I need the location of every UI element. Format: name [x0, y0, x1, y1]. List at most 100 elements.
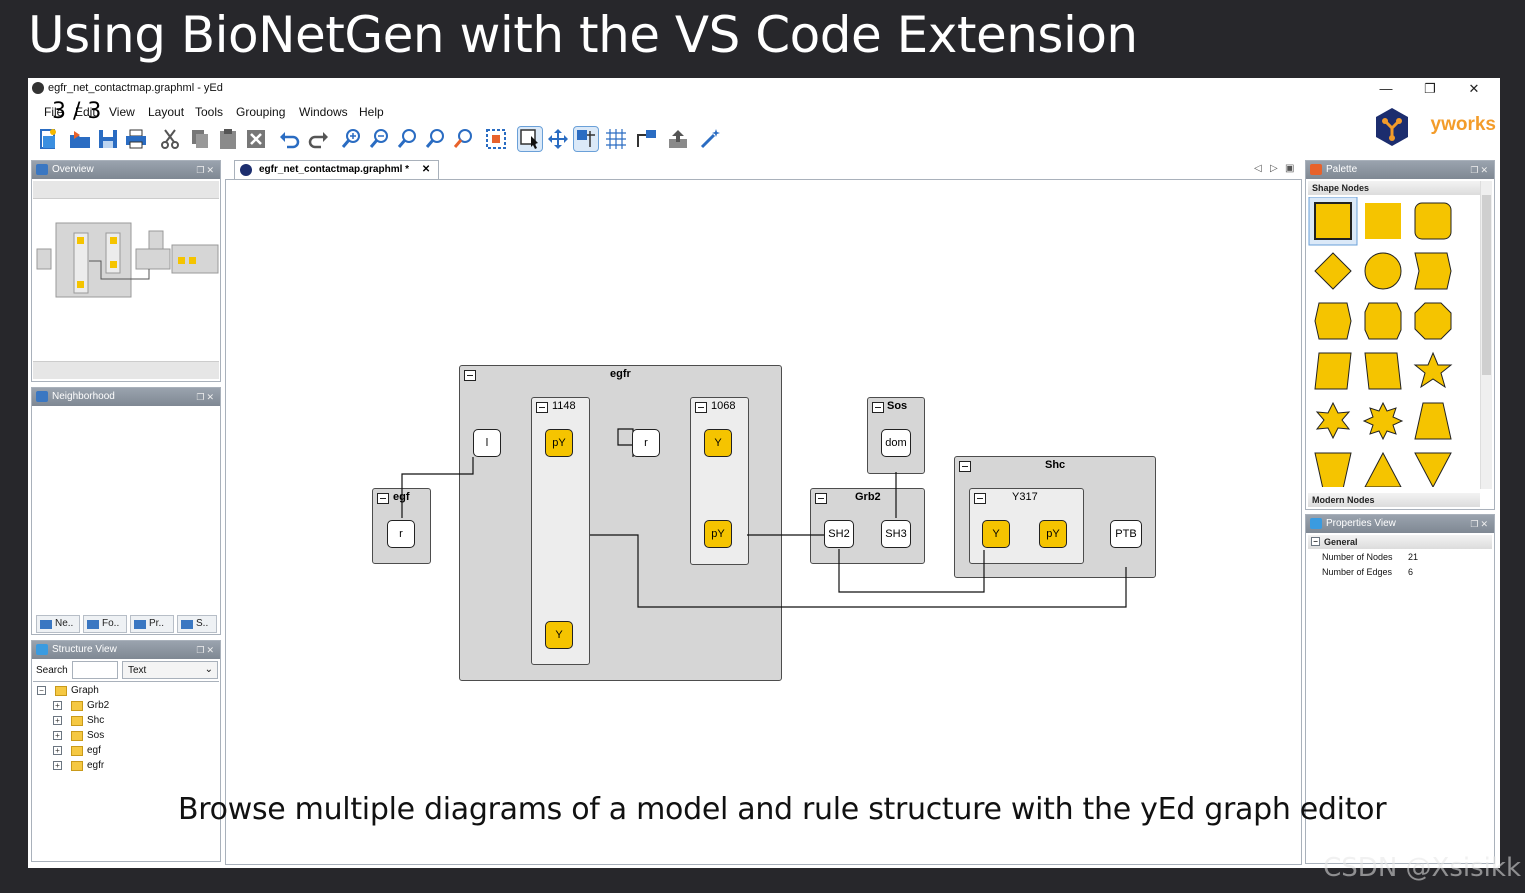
- pan-mode-icon[interactable]: [546, 127, 570, 151]
- properties-icon: [1310, 518, 1322, 529]
- structure-filter-select[interactable]: Text ⌄: [122, 661, 218, 679]
- tab-list-icon[interactable]: ▣: [1285, 163, 1294, 174]
- restore-button[interactable]: ❐: [1408, 80, 1452, 98]
- shape-ellipse[interactable]: [1364, 252, 1402, 290]
- shape-star8[interactable]: [1362, 401, 1404, 441]
- tab-scroll-left-icon[interactable]: ◁: [1254, 163, 1262, 174]
- save-icon[interactable]: [96, 127, 120, 151]
- copy-icon[interactable]: [188, 127, 212, 151]
- node-egfr-l[interactable]: l: [473, 429, 501, 457]
- export-icon[interactable]: [666, 127, 690, 151]
- graph-canvas[interactable]: egfr 1148 1068 egf Sos Grb2 Shc Y317 l p…: [225, 179, 1302, 865]
- shape-rectangle-flat[interactable]: [1365, 203, 1401, 239]
- node-shc-Y[interactable]: Y: [982, 520, 1010, 548]
- shape-parallelogram[interactable]: [1314, 352, 1352, 390]
- node-egfr-1068-Y[interactable]: Y: [704, 429, 732, 457]
- zoom-in-icon[interactable]: [340, 127, 364, 151]
- menu-help[interactable]: Help: [359, 105, 384, 119]
- print-icon[interactable]: [124, 127, 148, 151]
- overview-minimap[interactable]: [34, 221, 220, 321]
- tab-scroll-right-icon[interactable]: ▷: [1270, 163, 1278, 174]
- shape-star6[interactable]: [1315, 401, 1351, 440]
- edit-mode-icon[interactable]: [517, 126, 543, 152]
- tab-folding[interactable]: Fo..: [83, 615, 127, 633]
- grid-icon[interactable]: [604, 127, 628, 151]
- expand-icon[interactable]: +: [53, 731, 62, 740]
- property-value: 21: [1408, 552, 1419, 562]
- panel-controls-icon[interactable]: ❐✕: [1470, 515, 1490, 533]
- properties-section-general[interactable]: − General: [1308, 535, 1492, 549]
- paste-icon[interactable]: [216, 127, 240, 151]
- tab-neighborhood[interactable]: Ne..: [36, 615, 80, 633]
- scroll-thumb[interactable]: [1482, 195, 1491, 375]
- node-shc-pY[interactable]: pY: [1039, 520, 1067, 548]
- collapse-icon[interactable]: −: [1311, 537, 1320, 546]
- structure-search-input[interactable]: [72, 661, 118, 679]
- panel-controls-icon[interactable]: ❐✕: [196, 641, 216, 659]
- shape-trapezoid-2[interactable]: [1314, 452, 1352, 487]
- collapse-icon[interactable]: −: [37, 686, 46, 695]
- overview-panel: Overview ❐✕: [31, 160, 221, 382]
- shape-trapezoid[interactable]: [1414, 402, 1452, 440]
- node-egfr-r[interactable]: r: [632, 429, 660, 457]
- palette-section-modern-nodes[interactable]: Modern Nodes: [1308, 493, 1480, 507]
- menu-windows[interactable]: Windows: [299, 105, 348, 119]
- zoom-out-icon[interactable]: [368, 127, 392, 151]
- tab-successors[interactable]: S..: [177, 615, 217, 633]
- minimize-button[interactable]: —: [1364, 80, 1408, 98]
- shape-triangle-down[interactable]: [1414, 452, 1452, 487]
- shape-fat-arrow[interactable]: [1414, 252, 1452, 290]
- shape-diamond[interactable]: [1314, 252, 1352, 290]
- zoom-fit-icon[interactable]: [424, 127, 448, 151]
- undo-icon[interactable]: [278, 127, 302, 151]
- expand-icon[interactable]: +: [53, 701, 62, 710]
- menu-tools[interactable]: Tools: [195, 105, 223, 119]
- fit-content-icon[interactable]: [484, 127, 508, 151]
- shape-star5[interactable]: [1413, 351, 1453, 389]
- expand-icon[interactable]: +: [53, 716, 62, 725]
- shape-palette-grid[interactable]: [1308, 197, 1468, 487]
- menu-layout[interactable]: Layout: [148, 105, 184, 119]
- cut-icon[interactable]: [158, 127, 182, 151]
- shape-triangle[interactable]: [1364, 451, 1402, 487]
- expand-icon[interactable]: +: [53, 761, 62, 770]
- shape-parallelogram-2[interactable]: [1364, 352, 1402, 390]
- panel-controls-icon[interactable]: ❐✕: [196, 161, 216, 179]
- expand-icon[interactable]: +: [53, 746, 62, 755]
- node-shc-PTB[interactable]: PTB: [1110, 520, 1142, 548]
- magic-wand-icon[interactable]: [698, 127, 722, 151]
- menu-view[interactable]: View: [109, 105, 135, 119]
- redo-icon[interactable]: [306, 127, 330, 151]
- shape-round-rectangle[interactable]: [1414, 202, 1452, 240]
- shape-octagon[interactable]: [1414, 302, 1452, 340]
- node-egf-r[interactable]: r: [387, 520, 415, 548]
- node-grb2-SH2[interactable]: SH2: [824, 520, 854, 548]
- shape-rectangle[interactable]: [1314, 202, 1352, 240]
- open-folder-icon[interactable]: [68, 127, 92, 151]
- close-tab-icon[interactable]: ✕: [422, 164, 430, 175]
- close-button[interactable]: ✕: [1452, 80, 1496, 98]
- shape-hexagon-flat[interactable]: [1314, 302, 1352, 340]
- delete-icon[interactable]: [244, 127, 268, 151]
- shape-octagon-flat[interactable]: [1364, 302, 1402, 340]
- node-egfr-1148-Y[interactable]: Y: [545, 621, 573, 649]
- palette-scrollbar[interactable]: [1480, 181, 1492, 489]
- zoom-original-icon[interactable]: [396, 127, 420, 151]
- node-egfr-1068-pY[interactable]: pY: [704, 520, 732, 548]
- zoom-selection-icon[interactable]: [452, 127, 476, 151]
- node-sos-dom[interactable]: dom: [881, 429, 911, 457]
- panel-controls-icon[interactable]: ❐✕: [1470, 161, 1490, 179]
- menu-grouping[interactable]: Grouping: [236, 105, 285, 119]
- palette-section-shape-nodes[interactable]: Shape Nodes: [1308, 181, 1480, 195]
- node-grb2-SH3[interactable]: SH3: [881, 520, 911, 548]
- orthogonal-edges-icon[interactable]: [634, 127, 658, 151]
- slide-title: Using BioNetGen with the VS Code Extensi…: [28, 6, 1138, 64]
- snap-lines-icon[interactable]: [573, 126, 599, 152]
- tab-predecessors[interactable]: Pr..: [130, 615, 174, 633]
- edge-egf-egfr[interactable]: [401, 457, 474, 518]
- node-egfr-1148-pY[interactable]: pY: [545, 429, 573, 457]
- edge-grb2-shc[interactable]: [838, 549, 985, 593]
- document-tab[interactable]: egfr_net_contactmap.graphml * ✕: [234, 160, 440, 179]
- panel-controls-icon[interactable]: ❐✕: [196, 388, 216, 406]
- new-document-icon[interactable]: [36, 127, 60, 151]
